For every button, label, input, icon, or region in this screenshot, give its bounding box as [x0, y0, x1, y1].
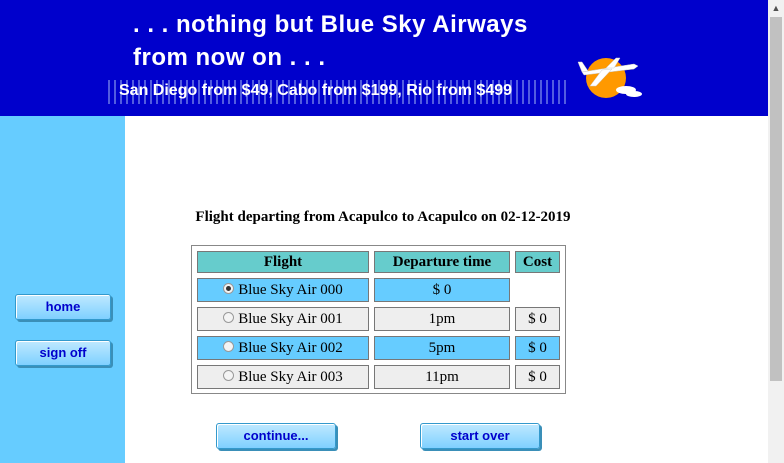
departure-time-cell: $ 0 — [374, 278, 510, 302]
column-header-cost: Cost — [515, 251, 560, 273]
cost-cell: $ 0 — [515, 307, 560, 331]
departure-time-cell: 1pm — [374, 307, 510, 331]
cost-cell: $ 0 — [515, 365, 560, 389]
home-button[interactable]: home — [15, 294, 111, 320]
tagline-line-2: from now on . . . — [133, 44, 326, 71]
sign-off-button[interactable]: sign off — [15, 340, 111, 366]
flight-name: Blue Sky Air 002 — [238, 340, 343, 356]
table-row-flight[interactable]: Blue Sky Air 000 — [197, 278, 369, 302]
sidebar: home sign off — [0, 116, 125, 463]
column-header-flight: Flight — [197, 251, 369, 273]
promo-marquee: San Diego from $49, Cabo from $199, Rio … — [119, 82, 513, 99]
header-banner: . . . nothing but Blue Sky Airways from … — [0, 0, 768, 116]
vertical-scrollbar[interactable]: ▲ — [768, 0, 784, 463]
scroll-thumb[interactable] — [770, 17, 782, 381]
page-title: Flight departing from Acapulco to Acapul… — [195, 209, 571, 225]
column-header-departure-time: Departure time — [374, 251, 510, 273]
start-over-button[interactable]: start over — [420, 423, 540, 449]
table-row-flight[interactable]: Blue Sky Air 003 — [197, 365, 369, 389]
continue-button[interactable]: continue... — [216, 423, 336, 449]
airplane-sun-logo-icon — [577, 57, 642, 98]
tagline: . . . nothing but Blue Sky Airways from … — [133, 8, 528, 74]
flight-radio-button[interactable] — [223, 312, 235, 323]
scroll-up-arrow-icon[interactable]: ▲ — [768, 0, 784, 16]
tagline-line-1: . . . nothing but Blue Sky Airways — [133, 11, 528, 38]
flight-name: Blue Sky Air 001 — [238, 311, 343, 327]
flight-table: Flight Departure time Cost Blue Sky Air … — [191, 245, 566, 394]
departure-time-cell: 5pm — [374, 336, 510, 360]
table-row-flight[interactable]: Blue Sky Air 001 — [197, 307, 369, 331]
flight-radio-button[interactable] — [223, 341, 235, 352]
flight-radio-button[interactable] — [223, 283, 235, 294]
departure-time-cell: 11pm — [374, 365, 510, 389]
flight-name: Blue Sky Air 000 — [238, 282, 343, 298]
cost-cell: $ 0 — [515, 336, 560, 360]
flight-name: Blue Sky Air 003 — [238, 369, 343, 385]
flight-radio-button[interactable] — [223, 370, 235, 381]
table-row-flight[interactable]: Blue Sky Air 002 — [197, 336, 369, 360]
